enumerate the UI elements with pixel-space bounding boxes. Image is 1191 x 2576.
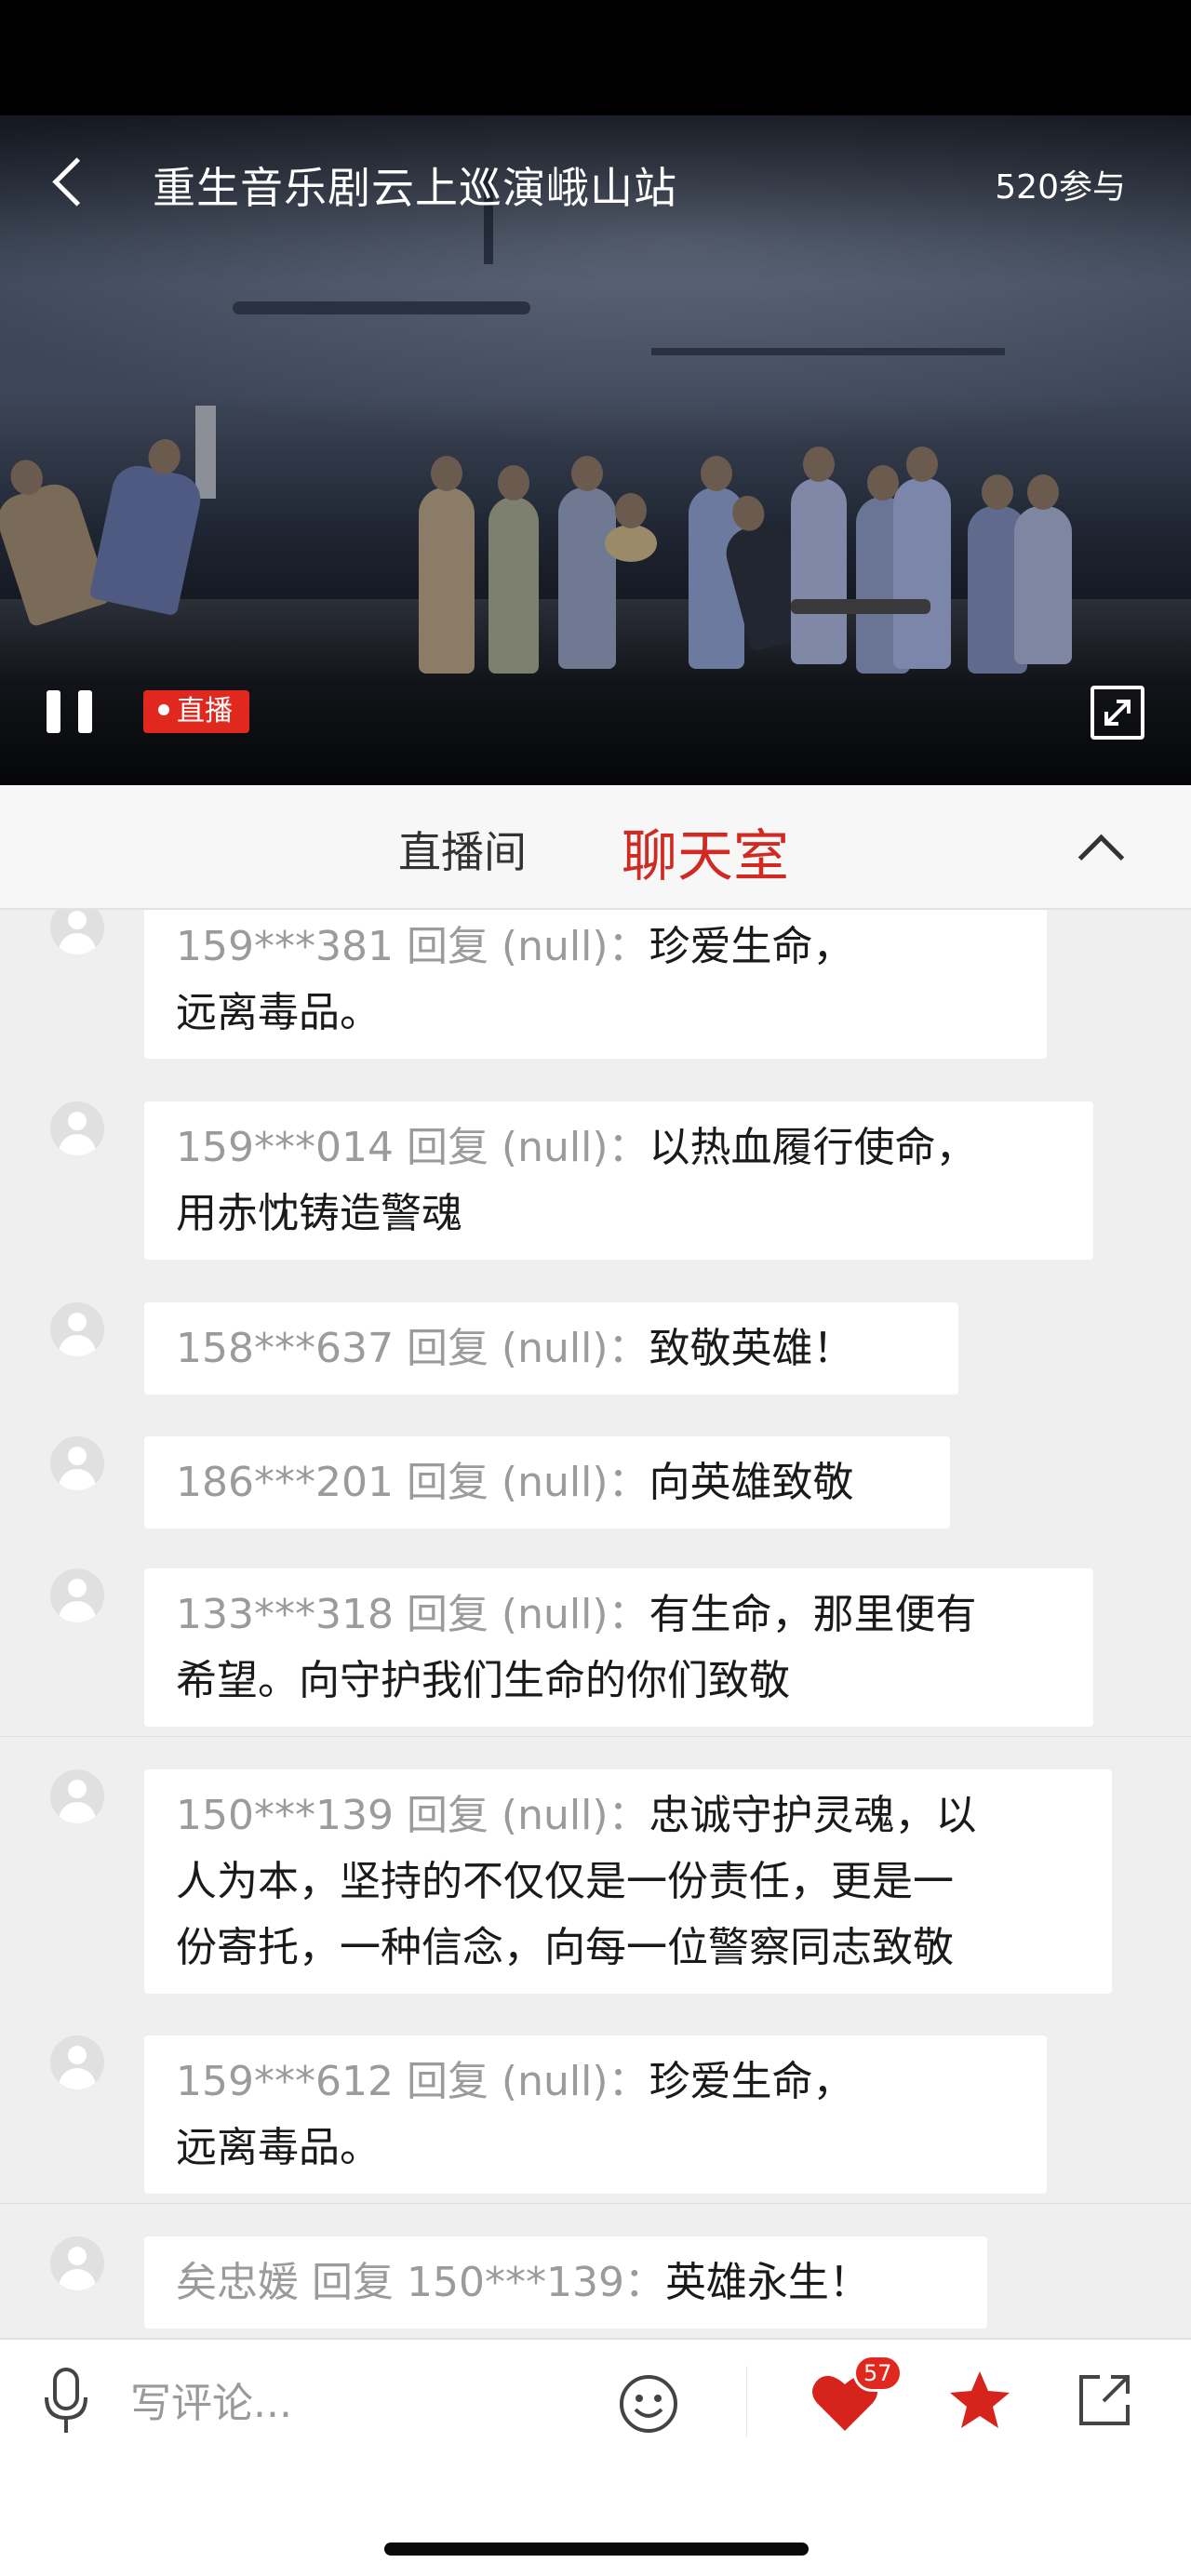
table-prop (791, 599, 930, 614)
status-bar (0, 0, 1191, 115)
message-text: 英雄永生！ (664, 2259, 870, 2306)
message-bubble: 159***014 回复 (null)：以热血履行使命， 用赤忱铸造警魂 (144, 1101, 1093, 1260)
message-username: 159***014 回复 (null)： (176, 1124, 649, 1171)
message-username: 150***139 回复 (null)： (176, 1792, 649, 1839)
stage-sign (195, 406, 216, 499)
tab-live-room[interactable]: 直播间 (398, 819, 527, 880)
message-username: 186***201 回复 (null)： (176, 1459, 649, 1506)
comment-input[interactable] (130, 2373, 596, 2433)
video-title: 重生音乐剧云上巡演峨山站 (153, 163, 677, 213)
message-username: 158***637 回复 (null)： (176, 1325, 649, 1372)
live-badge: 直播 (143, 690, 249, 733)
microphone-icon[interactable] (41, 2366, 91, 2436)
back-button[interactable] (45, 153, 100, 209)
divider (0, 2203, 1191, 2204)
user-avatar-icon[interactable] (50, 1568, 104, 1622)
actor-figure (88, 460, 206, 617)
collapse-button[interactable] (1076, 826, 1126, 873)
live-dot-icon (158, 703, 169, 715)
live-label: 直播 (177, 695, 233, 727)
tab-chat-room[interactable]: 聊天室 (622, 811, 789, 892)
message-text: 以热血履行使命， (649, 1124, 977, 1171)
message-text: 致敬英雄！ (649, 1325, 854, 1372)
divider (0, 1736, 1191, 1737)
actor-figure (419, 456, 475, 674)
user-avatar-icon[interactable] (50, 1436, 104, 1490)
like-count-badge: 57 (853, 2355, 903, 2392)
user-avatar-icon[interactable] (50, 1302, 104, 1356)
message-text: 忠诚守护灵魂，以 (649, 1792, 977, 1839)
actor-figure (558, 456, 616, 669)
message-bubble: 150***139 回复 (null)：忠诚守护灵魂，以 人为本，坚持的不仅仅是… (144, 1769, 1112, 1994)
fullscreen-icon (1104, 700, 1131, 726)
pause-icon (78, 690, 92, 733)
pause-icon (47, 690, 60, 733)
emoji-icon[interactable] (618, 2373, 679, 2435)
basket-prop (605, 493, 657, 562)
stage-prop (651, 348, 1005, 355)
home-indicator (384, 2543, 809, 2556)
chat-list[interactable]: 159***381 回复 (null)：珍爱生命， 远离毒品。 159***01… (0, 910, 1191, 2338)
video-player[interactable] (0, 115, 1191, 785)
message-text: 珍爱生命， (649, 2058, 854, 2105)
stage-prop (233, 301, 530, 314)
star-icon[interactable] (947, 2368, 1012, 2433)
bottom-bar: 57 (0, 2338, 1191, 2576)
message-username: 133***318 回复 (null)： (176, 1591, 649, 1638)
user-avatar-icon[interactable] (50, 2035, 104, 2089)
actor-figure (893, 447, 951, 669)
message-username: 159***612 回复 (null)： (176, 2058, 649, 2105)
message-username: 矣忠媛 回复 150***139： (176, 2259, 665, 2306)
message-text: 远离毒品。 (176, 2124, 381, 2171)
actor-figure (1014, 474, 1072, 664)
message-text: 份寄托，一种信念，向每一位警察同志致敬 (176, 1924, 954, 1971)
message-bubble: 133***318 回复 (null)：有生命，那里便有 希望。向守护我们生命的… (144, 1568, 1093, 1727)
divider (746, 2366, 747, 2436)
message-text: 珍爱生命， (649, 923, 854, 970)
message-bubble: 159***381 回复 (null)：珍爱生命， 远离毒品。 (144, 910, 1047, 1059)
tab-bar: 直播间 聊天室 (0, 785, 1191, 910)
message-bubble: 186***201 回复 (null)：向英雄致敬 (144, 1436, 950, 1528)
message-text: 人为本，坚持的不仅仅是一份责任，更是一 (176, 1858, 954, 1905)
message-text: 向英雄致敬 (649, 1459, 854, 1506)
actor-figure (488, 465, 539, 674)
user-avatar-icon[interactable] (50, 1101, 104, 1155)
user-avatar-icon[interactable] (50, 910, 104, 954)
share-icon[interactable] (1076, 2371, 1133, 2429)
message-bubble: 矣忠媛 回复 150***139：英雄永生！ (144, 2236, 987, 2329)
message-username: 159***381 回复 (null)： (176, 923, 649, 970)
participant-count: 520参与 (995, 168, 1126, 207)
message-text: 有生命，那里便有 (649, 1591, 977, 1638)
message-text: 用赤忱铸造警魂 (176, 1190, 462, 1237)
message-bubble: 159***612 回复 (null)：珍爱生命， 远离毒品。 (144, 2035, 1047, 2194)
pause-button[interactable] (47, 690, 97, 735)
message-text: 远离毒品。 (176, 989, 381, 1036)
user-avatar-icon[interactable] (50, 2236, 104, 2290)
message-bubble: 158***637 回复 (null)：致敬英雄！ (144, 1302, 958, 1395)
user-avatar-icon[interactable] (50, 1769, 104, 1823)
fullscreen-button[interactable] (1091, 686, 1144, 740)
actor-figure (791, 447, 847, 664)
message-text: 希望。向守护我们生命的你们致敬 (176, 1657, 790, 1704)
